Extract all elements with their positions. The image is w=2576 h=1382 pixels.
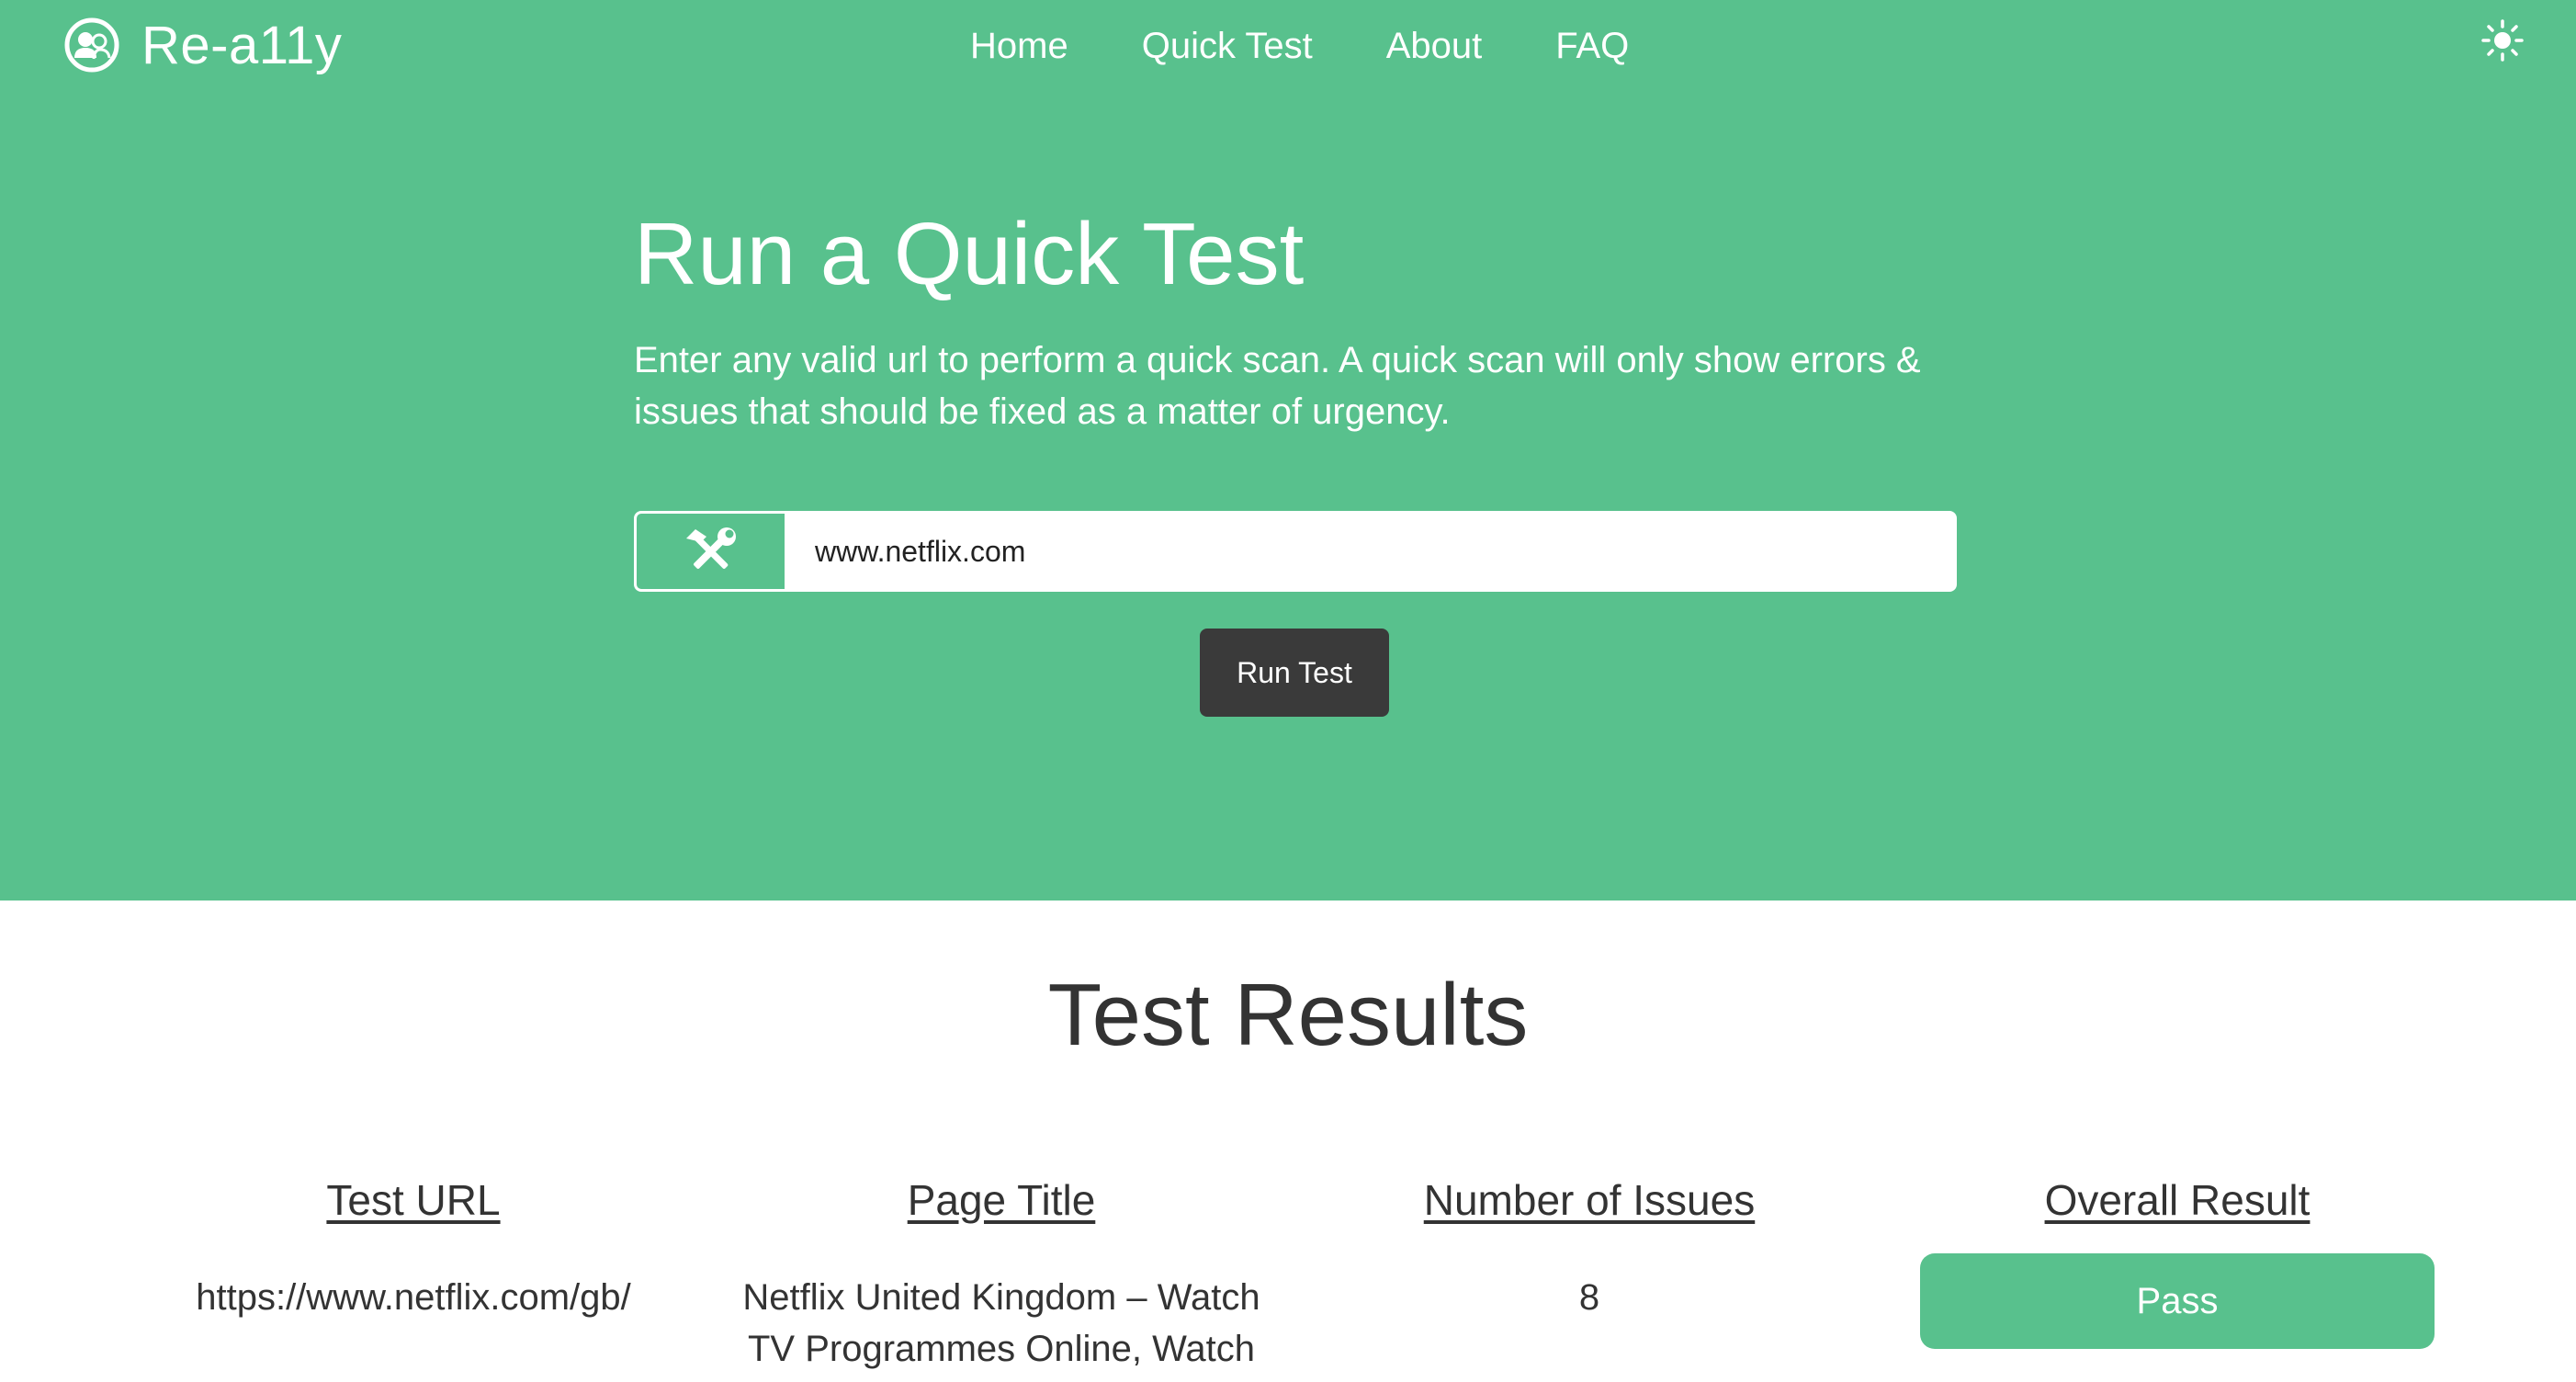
results-col-issues: Number of Issues 8 — [1295, 1172, 1883, 1323]
main-nav: Home Quick Test About FAQ — [970, 20, 1702, 72]
sun-icon[interactable] — [2480, 18, 2525, 62]
run-test-button[interactable]: Run Test — [1200, 629, 1389, 717]
cell-test-url: https://www.netflix.com/gb/ — [196, 1277, 631, 1318]
header-issues: Number of Issues — [1423, 1176, 1756, 1224]
header-result: Overall Result — [2044, 1176, 2310, 1224]
hero-section: Re-a11y Home Quick Test About FAQ Run a … — [0, 0, 2576, 901]
page-description: Enter any valid url to perform a quick s… — [634, 340, 1921, 432]
cell-page-title: Netflix United Kingdom – Watch TV Progra… — [742, 1277, 1260, 1369]
nav-faq[interactable]: FAQ — [1555, 26, 1629, 67]
results-col-result: Overall Result Pass — [1883, 1172, 2471, 1349]
result-badge: Pass — [1920, 1253, 2435, 1349]
nav-about[interactable]: About — [1386, 26, 1483, 67]
results-col-page-title: Page Title Netflix United Kingdom – Watc… — [707, 1172, 1295, 1375]
url-input-group — [634, 511, 1957, 592]
cell-issues: 8 — [1578, 1277, 1600, 1318]
brand-name: Re-a11y — [141, 15, 343, 75]
url-input[interactable] — [787, 514, 1954, 589]
header-test-url: Test URL — [326, 1176, 501, 1224]
brand-link[interactable]: Re-a11y — [64, 15, 342, 75]
users-circle-icon — [64, 17, 119, 73]
header-page-title: Page Title — [907, 1176, 1096, 1224]
tools-icon — [685, 527, 736, 569]
results-title: Test Results — [1047, 966, 1529, 1064]
results-col-test-url: Test URL https://www.netflix.com/gb/ — [119, 1172, 707, 1323]
nav-home[interactable]: Home — [970, 26, 1068, 67]
url-input-addon — [637, 514, 787, 589]
page-title: Run a Quick Test — [634, 205, 1305, 303]
nav-quick-test[interactable]: Quick Test — [1142, 26, 1313, 67]
